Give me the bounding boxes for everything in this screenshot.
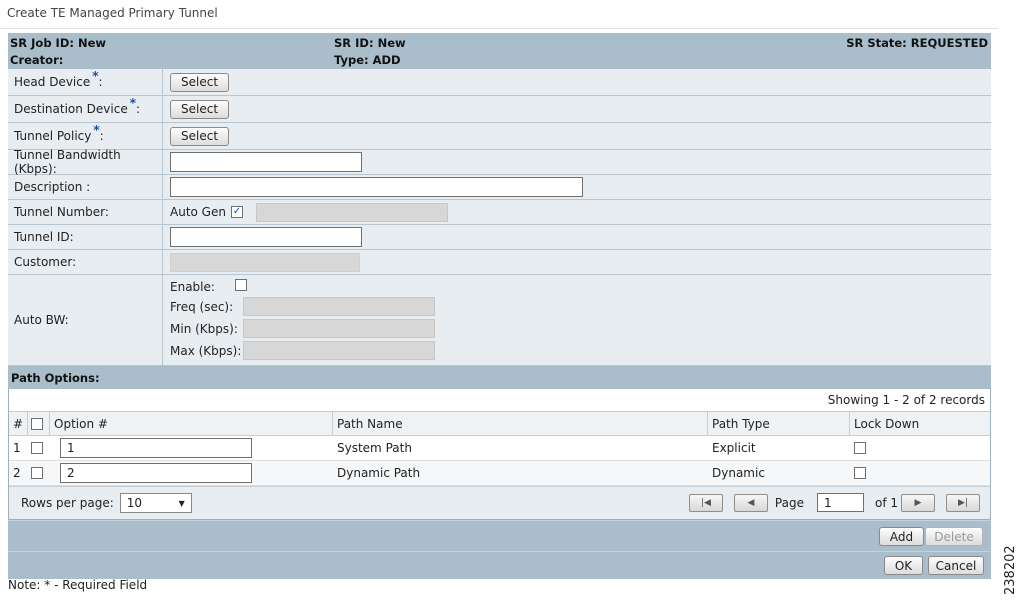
form-footer-bar: OK Cancel [8,551,991,579]
page-number-input[interactable] [816,493,864,512]
auto-bw-max-field [243,341,435,360]
head-device-select-button[interactable]: Select [170,72,230,92]
tunnel-id-label: Tunnel ID: [8,225,163,249]
prev-page-button[interactable]: ◀ [733,493,768,512]
rows-per-page-label: Rows per page: [21,496,114,510]
tunnel-number-row: Tunnel Number: Auto Gen ✓ [8,200,991,225]
row-select-checkbox[interactable] [31,442,43,454]
auto-bw-freq-field [243,297,435,316]
first-page-button[interactable]: |◀ [688,493,723,512]
customer-label: Customer: [8,250,163,274]
prev-page-icon: ◀ [747,497,755,508]
tunnel-number-field [255,202,448,222]
bandwidth-label: Tunnel Bandwidth (Kbps): [8,148,163,176]
column-path-name[interactable]: Path Name [333,412,708,435]
auto-bw-enable-label: Enable: [170,279,215,294]
auto-gen-label: Auto Gen [170,205,226,219]
customer-row: Customer: [8,250,991,275]
lock-down-checkbox[interactable] [854,442,866,454]
pagination-bar: Rows per page: 10 ▼ |◀ ◀ Page of 1 ▶ ▶| [9,486,990,519]
chevron-down-icon: ▼ [178,498,185,508]
check-icon: ✓ [232,206,242,217]
page-total: of 1 [874,495,898,510]
path-options-header: Path Options: [8,366,991,389]
required-field-note: Note: * - Required Field [8,578,148,592]
option-number-input[interactable] [60,463,252,483]
bandwidth-input[interactable] [170,152,362,172]
table-row[interactable]: 2 Dynamic Path Dynamic [9,461,990,486]
sr-creator: Creator: [10,53,64,67]
destination-device-row: Destination Device *: Select [8,96,991,123]
required-marker: * [129,96,136,110]
table-row[interactable]: 1 System Path Explicit [9,436,990,461]
destination-device-select-button[interactable]: Select [170,99,230,119]
lock-down-checkbox[interactable] [854,467,866,479]
cancel-button[interactable]: Cancel [928,556,984,575]
tunnel-policy-row: Tunnel Policy *: Select [8,123,991,150]
ok-button[interactable]: OK [884,556,923,575]
page-title: Create TE Managed Primary Tunnel [7,6,218,20]
destination-device-label: Destination Device *: [8,96,163,122]
last-page-button[interactable]: ▶| [946,493,980,512]
tunnel-form-panel: SR Job ID: New Creator: SR ID: New Type:… [8,33,991,579]
next-page-icon: ▶ [914,497,922,508]
row-index: 1 [13,441,21,455]
head-device-label: Head Device *: [8,69,163,95]
tunnel-id-row: Tunnel ID: [8,225,991,250]
title-divider [0,28,998,29]
column-option[interactable]: Option # [50,412,333,435]
delete-button[interactable]: Delete [925,527,983,546]
path-actions-bar: Add Delete [8,520,991,551]
grid-header: # Option # Path Name Path Type Lock Down [9,411,990,436]
path-name: System Path [337,441,412,455]
auto-gen-checkbox[interactable]: ✓ [230,206,243,218]
rows-per-page-select[interactable]: 10 ▼ [119,493,192,513]
path-type: Explicit [712,441,756,455]
sr-job-id: SR Job ID: New [10,36,107,50]
first-page-icon: |◀ [700,497,711,508]
auto-bw-label: Auto BW: [8,275,163,365]
auto-bw-min-field [243,319,435,338]
add-button[interactable]: Add [879,527,924,546]
sr-header: SR Job ID: New Creator: SR ID: New Type:… [8,33,991,69]
auto-bw-max-label: Max (Kbps): [170,343,242,358]
auto-bw-freq-label: Freq (sec): [170,299,234,314]
option-number-input[interactable] [60,438,252,458]
column-path-type[interactable]: Path Type [708,412,850,435]
auto-bw-enable-checkbox[interactable] [235,279,247,291]
next-page-button[interactable]: ▶ [901,493,935,512]
sr-type: Type: ADD [334,53,401,67]
description-label: Description : [8,175,163,199]
tunnel-policy-select-button[interactable]: Select [170,126,230,146]
auto-bw-row: Auto BW: Enable: Freq (sec): Min (Kbps):… [8,275,991,366]
auto-bw-min-label: Min (Kbps): [170,321,238,336]
last-page-icon: ▶| [958,497,968,508]
required-marker: * [93,123,100,137]
required-marker: * [92,69,99,83]
page-label: Page [774,495,804,510]
select-all-checkbox[interactable] [31,417,43,430]
row-index: 2 [13,466,21,480]
tunnel-policy-label: Tunnel Policy *: [8,123,163,149]
tunnel-number-label: Tunnel Number: [8,200,163,224]
path-type: Dynamic [712,466,765,480]
figure-number: 238202 [1003,545,1018,595]
bandwidth-row: Tunnel Bandwidth (Kbps): [8,148,991,176]
records-count: Showing 1 - 2 of 2 records [827,393,985,407]
tunnel-id-input[interactable] [170,227,362,247]
sr-id: SR ID: New [334,36,406,50]
column-lock-down[interactable]: Lock Down [850,412,990,435]
customer-field [170,252,360,272]
description-input[interactable] [170,177,583,197]
description-row: Description : [8,175,991,200]
sr-state: SR State: REQUESTED [846,36,988,50]
head-device-row: Head Device *: Select [8,69,991,96]
path-name: Dynamic Path [337,466,421,480]
column-index: # [9,412,28,435]
row-select-checkbox[interactable] [31,467,43,479]
path-options-grid: Showing 1 - 2 of 2 records # Option # Pa… [8,389,991,520]
